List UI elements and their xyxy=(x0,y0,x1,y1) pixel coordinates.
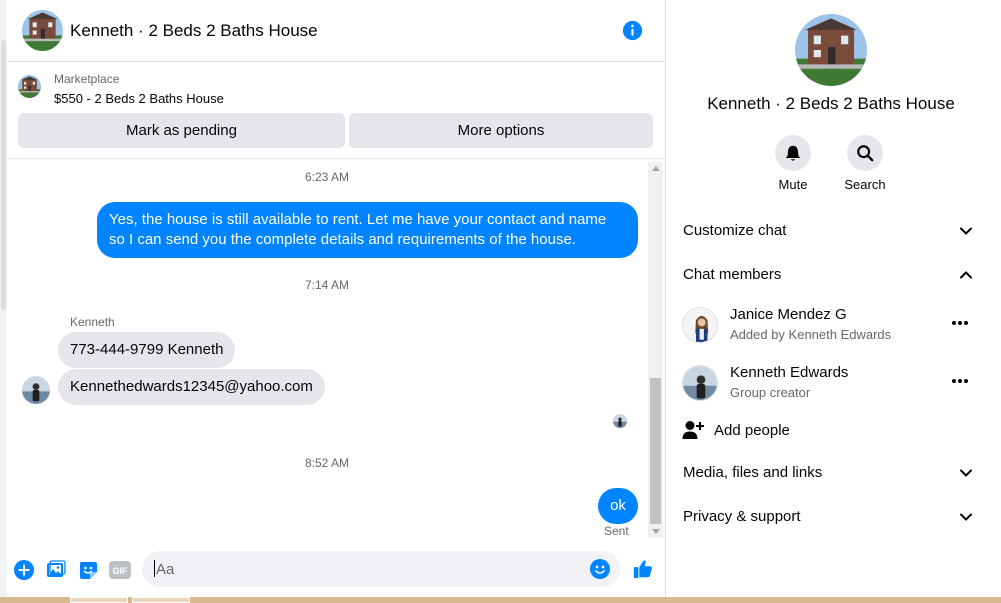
member-avatar[interactable] xyxy=(682,365,718,401)
mute-label: Mute xyxy=(778,177,808,192)
conversation-details-panel: Kenneth · 2 Beds 2 Baths House Mute Sear… xyxy=(666,0,1001,597)
listing-thumbnail[interactable] xyxy=(18,75,41,98)
bell-icon[interactable] xyxy=(775,135,811,171)
scroll-down-arrow-icon[interactable] xyxy=(652,529,660,534)
chevron-down-icon xyxy=(960,469,972,477)
timestamp: 6:23 AM xyxy=(304,170,350,184)
mute-button[interactable]: Mute xyxy=(763,135,823,192)
marketplace-banner: Marketplace $550 - 2 Beds 2 Baths House … xyxy=(7,63,665,159)
add-person-icon xyxy=(682,421,704,439)
media-files-links-section[interactable]: Media, files and links xyxy=(666,453,986,493)
outgoing-message[interactable]: ok xyxy=(598,488,638,524)
conversation-name: Kenneth · 2 Beds 2 Baths House xyxy=(707,94,955,113)
chevron-up-icon xyxy=(960,271,972,279)
messenger-window: Kenneth · 2 Beds 2 Baths House Marketpla… xyxy=(0,0,1001,603)
sticker-icon[interactable] xyxy=(77,559,99,581)
incoming-message[interactable]: 773-444-9799 Kenneth xyxy=(58,332,236,368)
timestamp: 7:14 AM xyxy=(304,278,350,292)
text-caret xyxy=(154,560,155,577)
chat-avatar[interactable] xyxy=(22,10,63,51)
chat-members-section[interactable]: Chat members xyxy=(666,255,986,295)
read-receipt-avatar xyxy=(613,414,627,428)
member-subtitle: Group creator xyxy=(730,385,811,400)
thread-scrollbar[interactable] xyxy=(648,162,663,538)
incoming-message[interactable]: Kennethedwards12345@yahoo.com xyxy=(58,369,325,405)
taskbar-item[interactable] xyxy=(132,597,190,603)
member-row[interactable]: Janice Mendez G Added by Kenneth Edwards xyxy=(666,301,996,353)
chat-header: Kenneth · 2 Beds 2 Baths House xyxy=(7,0,665,62)
page-scrollbar-thumb[interactable] xyxy=(1,40,6,310)
member-name: Kenneth Edwards xyxy=(730,364,849,381)
marketplace-label: Marketplace xyxy=(54,72,120,86)
search-icon[interactable] xyxy=(847,135,883,171)
message-composer: GIF Aa xyxy=(7,545,665,597)
section-title: Media, files and links xyxy=(683,464,823,481)
sender-name: Kenneth xyxy=(70,315,115,329)
photo-icon[interactable] xyxy=(45,559,67,581)
member-name: Janice Mendez G xyxy=(730,306,847,323)
section-title: Privacy & support xyxy=(683,508,801,525)
member-avatar[interactable] xyxy=(682,307,718,343)
member-row[interactable]: Kenneth Edwards Group creator xyxy=(666,359,996,411)
member-subtitle: Added by Kenneth Edwards xyxy=(730,327,892,342)
chat-title[interactable]: Kenneth · 2 Beds 2 Baths House xyxy=(70,21,318,41)
outgoing-message[interactable]: Yes, the house is still available to ren… xyxy=(97,202,638,258)
customize-chat-section[interactable]: Customize chat xyxy=(666,211,986,251)
add-people-label: Add people xyxy=(714,422,790,439)
section-title: Customize chat xyxy=(683,222,787,239)
search-label: Search xyxy=(844,177,886,192)
taskbar-strip xyxy=(0,597,1001,603)
listing-title[interactable]: $550 - 2 Beds 2 Baths House xyxy=(54,91,224,106)
message-thread: 6:23 AM Yes, the house is still availabl… xyxy=(7,160,665,540)
timestamp: 8:52 AM xyxy=(304,456,350,470)
chat-panel: Kenneth · 2 Beds 2 Baths House Marketpla… xyxy=(7,0,665,597)
thumbs-up-icon[interactable] xyxy=(631,557,655,581)
mark-as-pending-button[interactable]: Mark as pending xyxy=(18,113,345,148)
add-people-button[interactable]: Add people xyxy=(666,413,986,449)
section-title: Chat members xyxy=(683,266,782,283)
privacy-support-section[interactable]: Privacy & support xyxy=(666,497,986,537)
sender-avatar[interactable] xyxy=(22,376,50,404)
message-status: Sent xyxy=(604,524,629,538)
info-icon[interactable] xyxy=(622,20,643,41)
conversation-avatar[interactable] xyxy=(795,14,867,86)
taskbar-item[interactable] xyxy=(70,597,128,603)
emoji-icon[interactable] xyxy=(590,559,610,579)
message-input[interactable]: Aa xyxy=(142,551,620,587)
gif-label: GIF xyxy=(113,566,129,576)
chevron-down-icon xyxy=(960,227,972,235)
chevron-down-icon xyxy=(960,513,972,521)
more-options-icon[interactable] xyxy=(950,371,970,391)
thread-scrollbar-thumb[interactable] xyxy=(650,378,661,524)
search-button[interactable]: Search xyxy=(835,135,895,192)
gif-icon[interactable]: GIF xyxy=(109,559,131,581)
message-input-placeholder: Aa xyxy=(156,561,175,578)
scroll-up-arrow-icon[interactable] xyxy=(652,166,660,171)
more-options-icon[interactable] xyxy=(950,313,970,333)
more-options-button[interactable]: More options xyxy=(349,113,653,148)
page-scrollbar[interactable] xyxy=(0,0,7,597)
plus-icon[interactable] xyxy=(13,559,35,581)
